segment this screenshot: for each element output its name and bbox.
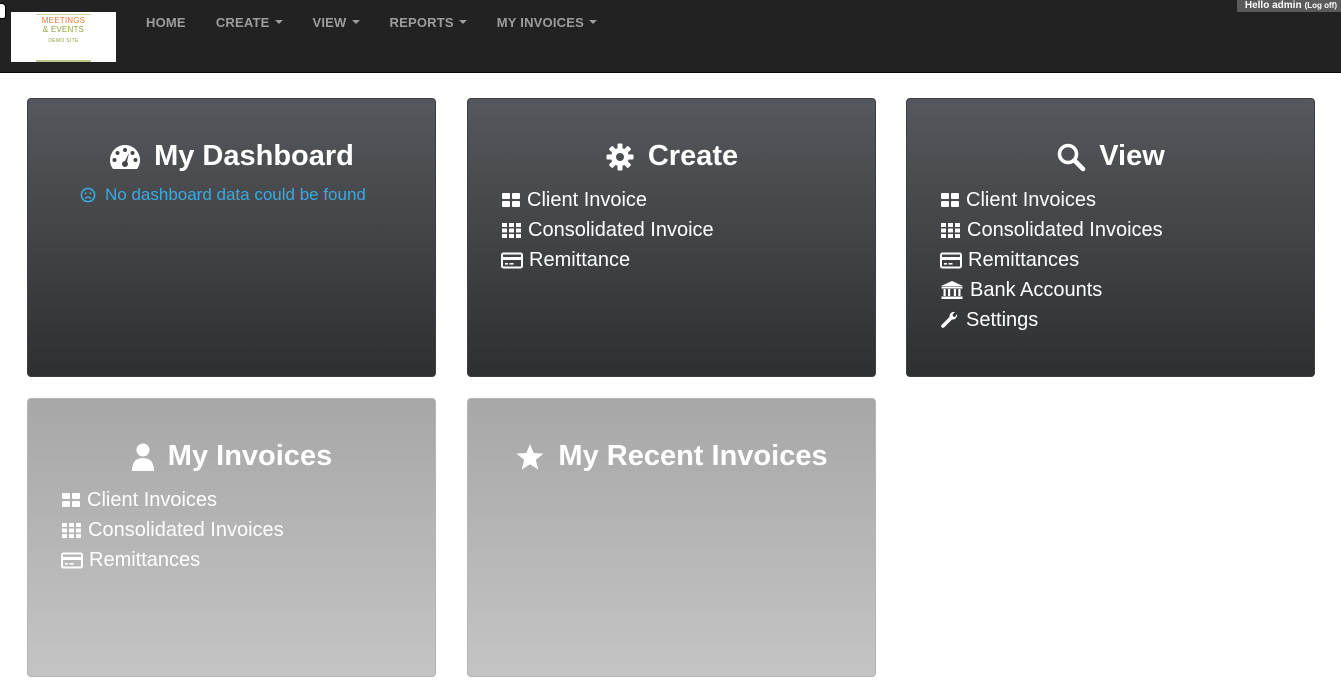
- th-icon: [62, 523, 81, 538]
- link-label: Consolidated Invoices: [88, 518, 284, 541]
- nav-create-label: CREATE: [215, 14, 270, 30]
- nav-reports-dropdown[interactable]: REPORTS: [375, 0, 482, 44]
- view-bank-accounts-link[interactable]: Bank Accounts: [940, 275, 1163, 305]
- gear-icon: [606, 143, 634, 170]
- logo-rule-bottom: [36, 60, 91, 62]
- no-data-text: No dashboard data could be found: [105, 185, 366, 204]
- my-invoices-links: Client Invoices Consolidated Invoices Re…: [61, 485, 284, 575]
- link-label: Remittances: [968, 248, 1080, 271]
- caret-down-icon: [458, 20, 467, 24]
- tile-view[interactable]: View Client Invoices Consolidated Invoic…: [906, 98, 1315, 377]
- link-label: Client Invoice: [527, 188, 648, 211]
- tile-title: Create: [468, 140, 875, 173]
- logo-subtitle: DEMO SITE: [48, 38, 79, 44]
- view-settings-link[interactable]: Settings: [940, 305, 1163, 335]
- th-icon: [502, 223, 521, 238]
- view-client-invoices-link[interactable]: Client Invoices: [940, 185, 1163, 215]
- nav-reports-label: REPORTS: [389, 14, 454, 30]
- dashboard-icon: [110, 144, 141, 169]
- credit-card-icon: [940, 252, 962, 268]
- nav-home[interactable]: HOME: [131, 0, 201, 44]
- view-remittances-link[interactable]: Remittances: [940, 245, 1163, 275]
- credit-card-icon: [501, 252, 523, 268]
- link-label: Remittances: [89, 548, 201, 571]
- tile-title: My Invoices: [28, 440, 435, 473]
- tile-my-dashboard[interactable]: My Dashboard No dashboard data could be …: [27, 98, 436, 377]
- user-icon: [131, 443, 154, 471]
- link-label: Client Invoices: [87, 488, 218, 511]
- link-label: Settings: [966, 308, 1039, 331]
- caret-down-icon: [588, 20, 597, 24]
- top-navbar: MEETINGS & EVENTS DEMO SITE HOME CREATE …: [0, 0, 1341, 73]
- nav-my-invoices-dropdown[interactable]: MY INVOICES: [482, 0, 612, 44]
- tile-title: My Dashboard: [28, 140, 435, 173]
- caret-down-icon: [274, 20, 283, 24]
- bank-icon: [941, 281, 963, 299]
- search-icon: [1057, 143, 1086, 171]
- link-label: Consolidated Invoices: [967, 218, 1163, 241]
- my-consolidated-invoices-link[interactable]: Consolidated Invoices: [61, 515, 284, 545]
- logo-rule-top: [36, 14, 91, 15]
- link-label: Consolidated Invoice: [528, 218, 714, 241]
- create-consolidated-invoice-link[interactable]: Consolidated Invoice: [501, 215, 714, 245]
- user-greeting: Hello admin (Log off): [1236, 0, 1341, 12]
- link-label: Remittance: [529, 248, 631, 271]
- tile-title: My Recent Invoices: [468, 440, 875, 473]
- th-large-icon: [502, 193, 520, 207]
- nav-home-label: HOME: [146, 14, 186, 30]
- mouse-cursor-icon: [0, 3, 6, 19]
- link-label: Bank Accounts: [970, 278, 1103, 301]
- frown-icon: [80, 187, 96, 203]
- tile-title-text: My Dashboard: [154, 140, 354, 172]
- site-logo[interactable]: MEETINGS & EVENTS DEMO SITE: [11, 12, 116, 62]
- greeting-text: Hello admin: [1244, 0, 1302, 11]
- caret-down-icon: [351, 20, 360, 24]
- create-remittance-link[interactable]: Remittance: [501, 245, 714, 275]
- create-links: Client Invoice Consolidated Invoice Remi…: [501, 185, 714, 275]
- credit-card-icon: [61, 552, 83, 568]
- tile-title-text: Create: [647, 140, 739, 172]
- tile-create[interactable]: Create Client Invoice Consolidated Invoi…: [467, 98, 876, 377]
- tile-title-text: My Invoices: [167, 440, 333, 472]
- logo-line-1: MEETINGS: [41, 16, 86, 25]
- my-remittances-link[interactable]: Remittances: [61, 545, 284, 575]
- tile-title-text: My Recent Invoices: [558, 440, 828, 472]
- nav-view-dropdown[interactable]: VIEW: [298, 0, 375, 44]
- nav-view-label: VIEW: [312, 14, 347, 30]
- logoff-link[interactable]: (Log off): [1305, 1, 1337, 10]
- wrench-icon: [941, 311, 958, 328]
- tile-title: View: [907, 140, 1314, 173]
- create-client-invoice-link[interactable]: Client Invoice: [501, 185, 714, 215]
- tile-my-recent-invoices[interactable]: My Recent Invoices: [467, 398, 876, 677]
- nav-create-dropdown[interactable]: CREATE: [201, 0, 298, 44]
- no-data-message: No dashboard data could be found: [80, 185, 366, 205]
- th-large-icon: [62, 493, 80, 507]
- view-consolidated-invoices-link[interactable]: Consolidated Invoices: [940, 215, 1163, 245]
- star-icon: [516, 443, 544, 470]
- tile-title-text: View: [1099, 140, 1165, 172]
- my-client-invoices-link[interactable]: Client Invoices: [61, 485, 284, 515]
- th-large-icon: [941, 193, 959, 207]
- link-label: Client Invoices: [966, 188, 1097, 211]
- nav-my-invoices-label: MY INVOICES: [496, 14, 584, 30]
- th-icon: [941, 223, 960, 238]
- logo-line-2: & EVENTS: [42, 25, 85, 34]
- main-nav: HOME CREATE VIEW REPORTS MY INVOICES: [131, 0, 612, 44]
- tile-my-invoices[interactable]: My Invoices Client Invoices Consolidated…: [27, 398, 436, 677]
- view-links: Client Invoices Consolidated Invoices Re…: [940, 185, 1163, 335]
